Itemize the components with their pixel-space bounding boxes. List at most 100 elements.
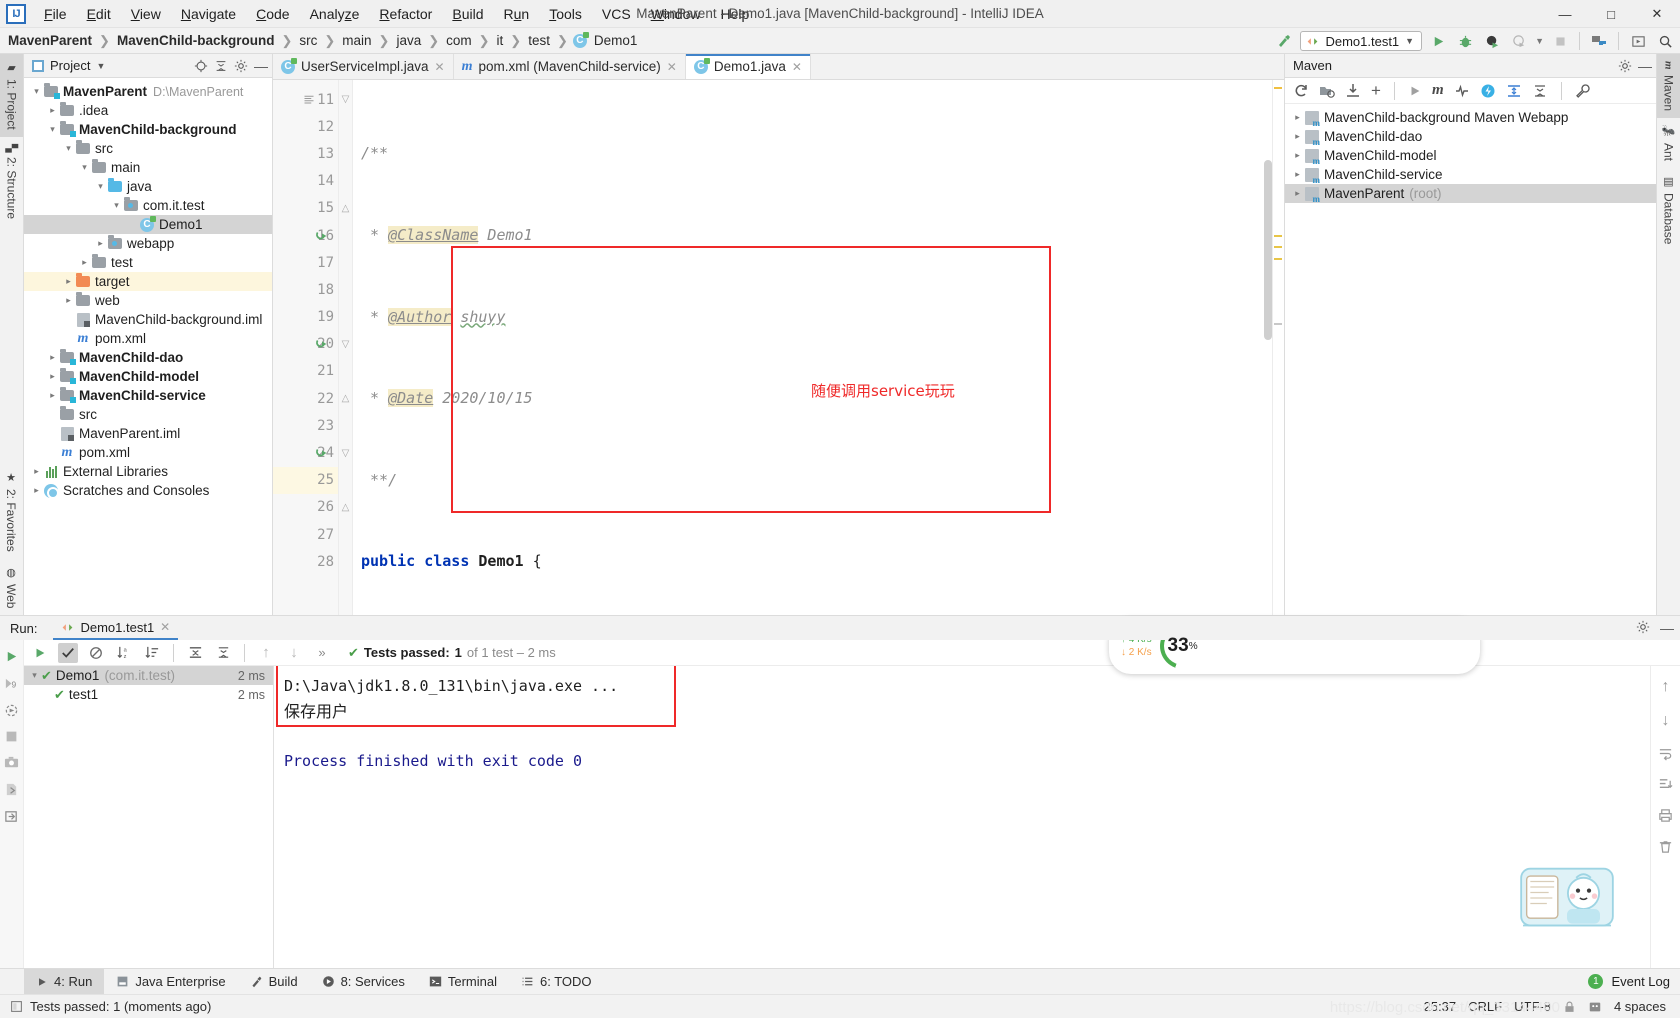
hide-ignored-icon[interactable]	[86, 643, 106, 663]
toggle-offline-icon[interactable]	[1454, 83, 1470, 99]
settings-icon[interactable]	[1636, 620, 1650, 636]
editor-gutter[interactable]: 11 12 13 14 15 16 17 18 19 20 21 22 23 2…	[273, 80, 339, 615]
down-icon[interactable]: ↓	[1662, 712, 1670, 730]
expand-arrow-icon[interactable]: ▸	[1291, 150, 1304, 161]
sidebar-item-project[interactable]: ▰ 1: Project	[0, 54, 23, 137]
fold-marker[interactable]: ▽	[339, 331, 352, 358]
test-row-test1[interactable]: ✔ test1 2 ms	[24, 685, 273, 704]
run-icon[interactable]	[1408, 84, 1422, 98]
breadcrumb-src[interactable]: src	[297, 33, 319, 48]
sidebar-item-database[interactable]: ▤ Database	[1657, 168, 1680, 251]
close-icon[interactable]: ✕	[435, 60, 445, 74]
next-icon[interactable]: ↓	[284, 643, 304, 663]
breadcrumb-it[interactable]: it	[495, 33, 506, 48]
menu-run[interactable]: Run	[494, 3, 540, 25]
collapse-all-icon[interactable]	[1532, 83, 1548, 99]
tree-node-scratches-and-consoles[interactable]: ▸ Scratches and Consoles	[24, 481, 272, 500]
menu-tools[interactable]: Tools	[539, 3, 592, 25]
menu-view[interactable]: View	[121, 3, 171, 25]
menu-file[interactable]: File	[34, 3, 77, 25]
fold-marker[interactable]: ▽	[339, 86, 352, 113]
tree-node-package-com-it-test[interactable]: ▾ com.it.test	[24, 196, 272, 215]
sidebar-item-favorites[interactable]: ★ 2: Favorites	[0, 464, 22, 559]
expand-arrow-icon[interactable]: ▸	[30, 466, 43, 477]
menu-build[interactable]: Build	[442, 3, 493, 25]
close-icon[interactable]: ✕	[160, 620, 170, 634]
clear-all-icon[interactable]	[1658, 839, 1673, 854]
tree-node-mavenchild-dao[interactable]: ▸ MavenChild-dao	[24, 348, 272, 367]
expand-arrow-icon[interactable]: ▸	[1291, 131, 1304, 142]
sort-alpha-icon[interactable]: az	[114, 643, 134, 663]
maven-node-mavenparent[interactable]: ▸ MavenParent (root)	[1285, 184, 1656, 204]
maximize-button[interactable]: □	[1588, 0, 1634, 28]
expand-arrow-icon[interactable]: ▾	[46, 124, 59, 135]
bottom-item-run[interactable]: 4: Run	[24, 968, 105, 995]
breadcrumb-demo1[interactable]: Demo1	[592, 33, 640, 48]
menu-code[interactable]: Code	[246, 3, 299, 25]
expand-arrow-icon[interactable]: ▸	[62, 276, 75, 287]
expand-arrow-icon[interactable]: ▸	[62, 295, 75, 306]
fold-marker[interactable]: △	[339, 385, 352, 412]
test-row-demo1[interactable]: ▾ ✔ Demo1 (com.it.test) 2 ms	[24, 666, 273, 685]
bottom-item-todo[interactable]: 6: TODO	[509, 969, 604, 995]
more-icon[interactable]: »	[312, 643, 332, 663]
soft-wrap-icon[interactable]	[1658, 746, 1673, 761]
tree-node-src-root[interactable]: src	[24, 405, 272, 424]
expand-icon[interactable]	[1506, 83, 1522, 99]
fold-marker[interactable]: ▽	[339, 439, 352, 466]
run-configuration-selector[interactable]: Demo1.test1 ▼	[1300, 31, 1423, 51]
expand-arrow-icon[interactable]: ▸	[46, 371, 59, 382]
breadcrumb-main[interactable]: main	[340, 33, 373, 48]
editor-tab-pom-xml[interactable]: m pom.xml (MavenChild-service) ✕	[454, 54, 686, 79]
expand-arrow-icon[interactable]: ▸	[78, 257, 91, 268]
editor-marker-track[interactable]	[1272, 80, 1284, 615]
maven-goal-icon[interactable]: m	[1432, 82, 1444, 99]
import-icon[interactable]	[4, 809, 19, 824]
run-icon[interactable]	[30, 643, 50, 663]
select-in-icon[interactable]	[1627, 30, 1649, 52]
tree-node-external-libraries[interactable]: ▸ External Libraries	[24, 462, 272, 481]
tree-node-mavenchild-model[interactable]: ▸ MavenChild-model	[24, 367, 272, 386]
project-panel-title-group[interactable]: Project ▼	[32, 58, 194, 73]
generate-sources-icon[interactable]	[1319, 83, 1335, 99]
expand-arrow-icon[interactable]: ▸	[46, 352, 59, 363]
search-icon[interactable]	[1654, 30, 1676, 52]
settings-icon[interactable]	[1618, 59, 1632, 73]
run-icon[interactable]	[1427, 30, 1449, 52]
menu-window[interactable]: Window	[641, 3, 711, 25]
maven-node-mavenchild-background[interactable]: ▸ MavenChild-background Maven Webapp	[1285, 108, 1656, 128]
hide-icon[interactable]: —	[1638, 58, 1652, 74]
expand-arrow-icon[interactable]: ▾	[94, 181, 107, 192]
up-icon[interactable]: ↑	[1662, 678, 1670, 696]
build-icon[interactable]	[1273, 30, 1295, 52]
tree-node-src[interactable]: ▾ src	[24, 139, 272, 158]
code-editor[interactable]: 11 12 13 14 15 16 17 18 19 20 21 22 23 2…	[273, 80, 1284, 615]
skip-tests-icon[interactable]	[1480, 83, 1496, 99]
collapse-all-icon[interactable]	[213, 643, 233, 663]
scroll-to-end-icon[interactable]	[1658, 777, 1673, 792]
tree-node-webapp[interactable]: ▸ webapp	[24, 234, 272, 253]
minimize-button[interactable]: —	[1542, 0, 1588, 28]
hide-icon[interactable]: —	[1660, 620, 1674, 636]
close-icon[interactable]: ✕	[792, 60, 802, 74]
expand-arrow-icon[interactable]: ▾	[28, 670, 41, 681]
expand-arrow-icon[interactable]: ▸	[1291, 188, 1304, 199]
breadcrumb-mavenparent[interactable]: MavenParent	[6, 33, 94, 48]
menu-refactor[interactable]: Refactor	[369, 3, 442, 25]
menu-navigate[interactable]: Navigate	[171, 3, 246, 25]
tree-node-target[interactable]: ▸ target	[24, 272, 272, 291]
close-icon[interactable]: ✕	[667, 60, 677, 74]
run-test2-gutter-icon[interactable]	[315, 439, 333, 466]
bottom-item-build[interactable]: Build	[238, 969, 310, 995]
rerun-icon[interactable]	[4, 649, 19, 664]
editor-tab-demo1[interactable]: C Demo1.java ✕	[685, 54, 811, 79]
run-class-gutter-icon[interactable]	[315, 222, 333, 249]
expand-arrow-icon[interactable]: ▾	[62, 143, 75, 154]
console-output[interactable]: D:\Java\jdk1.8.0_131\bin\java.exe ... 保存…	[274, 666, 1650, 968]
editor-tab-userserviceimpl[interactable]: C UserServiceImpl.java ✕	[273, 54, 454, 79]
reimport-icon[interactable]	[1293, 83, 1309, 99]
sidebar-item-web[interactable]: ◍ Web	[0, 559, 22, 615]
sort-duration-icon[interactable]	[142, 643, 162, 663]
breadcrumb-test[interactable]: test	[526, 33, 552, 48]
project-structure-icon[interactable]	[1588, 30, 1610, 52]
